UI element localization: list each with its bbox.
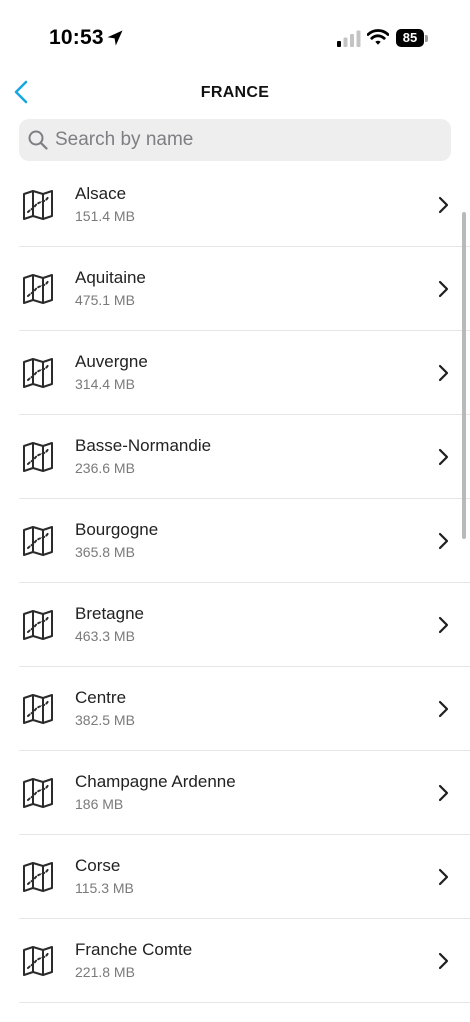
region-size: 463.3 MB — [75, 628, 135, 644]
map-icon — [23, 778, 53, 808]
search-bar[interactable] — [19, 119, 451, 161]
map-icon — [23, 946, 53, 976]
region-name: Bourgogne — [75, 520, 159, 539]
map-icon — [23, 694, 53, 724]
map-icon — [23, 358, 53, 388]
battery-icon: 85 — [396, 29, 429, 47]
region-size: 186 MB — [75, 796, 124, 812]
region-name: Bretagne — [75, 604, 144, 623]
map-icon — [23, 190, 53, 220]
chevron-right-icon — [438, 952, 449, 970]
region-size: 365.8 MB — [75, 544, 135, 560]
chevron-right-icon — [438, 700, 449, 718]
map-icon — [23, 442, 53, 472]
search-icon — [28, 130, 48, 150]
wifi-icon — [367, 29, 389, 45]
region-name: Franche Comte — [75, 940, 193, 959]
chevron-right-icon — [438, 616, 449, 634]
map-icon — [23, 862, 53, 892]
battery-level: 85 — [402, 30, 418, 45]
list-item[interactable]: Centre 382.5 MB — [0, 667, 470, 751]
location-arrow-icon — [107, 30, 123, 46]
list-item[interactable]: Basse-Normandie 236.6 MB — [0, 415, 470, 499]
status-time: 10:53 — [49, 26, 104, 49]
cellular-signal-icon — [337, 30, 361, 47]
scrollbar[interactable] — [462, 212, 466, 539]
region-size: 475.1 MB — [75, 292, 135, 308]
region-name: Aquitaine — [75, 268, 146, 287]
chevron-right-icon — [438, 784, 449, 802]
region-name: Basse-Normandie — [75, 436, 212, 455]
chevron-right-icon — [438, 280, 449, 298]
list-item[interactable]: Franche Comte 221.8 MB — [0, 919, 470, 1003]
search-input[interactable] — [55, 119, 435, 161]
map-icon — [23, 526, 53, 556]
region-list: Alsace 151.4 MB Aquitaine 475.1 MB Auver… — [0, 163, 470, 1003]
region-size: 382.5 MB — [75, 712, 135, 728]
nav-bar: FRANCE — [0, 76, 470, 112]
chevron-right-icon — [438, 868, 449, 886]
list-item[interactable]: Alsace 151.4 MB — [0, 163, 470, 247]
chevron-right-icon — [438, 364, 449, 382]
list-item[interactable]: Bourgogne 365.8 MB — [0, 499, 470, 583]
region-size: 151.4 MB — [75, 208, 135, 224]
status-bar: 10:53 85 — [0, 0, 470, 76]
region-name: Centre — [75, 688, 127, 707]
list-item[interactable]: Champagne Ardenne 186 MB — [0, 751, 470, 835]
list-item[interactable]: Aquitaine 475.1 MB — [0, 247, 470, 331]
map-icon — [23, 610, 53, 640]
region-size: 314.4 MB — [75, 376, 135, 392]
chevron-right-icon — [438, 448, 449, 466]
region-name: Alsace — [75, 184, 127, 203]
list-item[interactable]: Corse 115.3 MB — [0, 835, 470, 919]
region-size: 115.3 MB — [75, 880, 134, 896]
region-name: Auvergne — [75, 352, 148, 371]
map-icon — [23, 274, 53, 304]
page-title: FRANCE — [200, 84, 270, 101]
list-item[interactable]: Auvergne 314.4 MB — [0, 331, 470, 415]
chevron-right-icon — [438, 196, 449, 214]
region-name: Corse — [75, 856, 121, 875]
region-size: 236.6 MB — [75, 460, 135, 476]
chevron-right-icon — [438, 532, 449, 550]
list-item[interactable]: Bretagne 463.3 MB — [0, 583, 470, 667]
region-name: Champagne Ardenne — [75, 772, 236, 791]
region-size: 221.8 MB — [75, 964, 135, 980]
